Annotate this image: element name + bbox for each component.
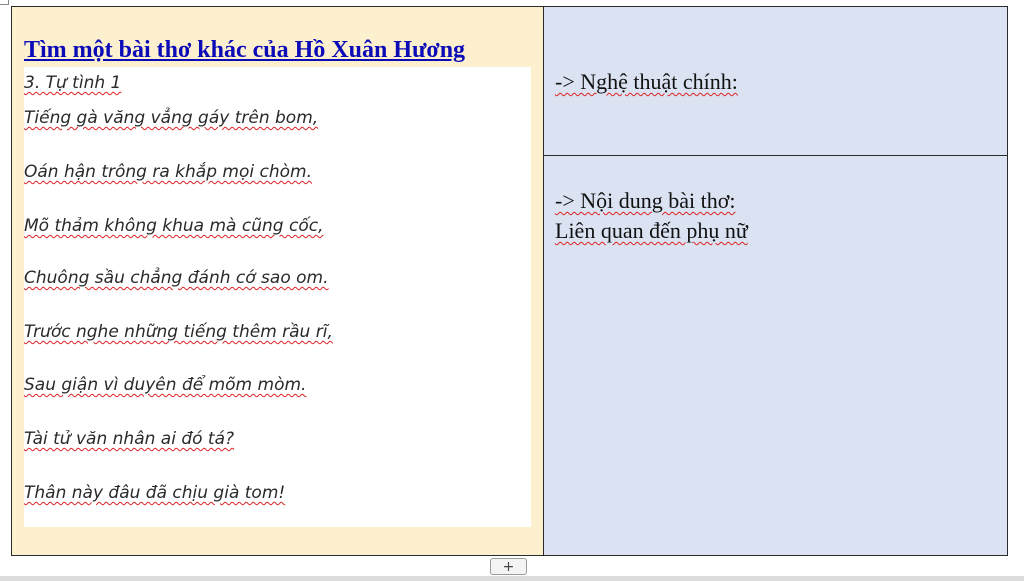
document-table: Tìm một bài thơ khác của Hồ Xuân Hương 3…	[11, 6, 1008, 556]
art-label: -> Nghệ thuật chính:	[555, 69, 738, 95]
poem-title: 3. Tự tình 1	[24, 73, 122, 93]
right-bottom-cell[interactable]: -> Nội dung bài thơ: Liên quan đến phụ n…	[544, 156, 1007, 555]
art-label-text: -> Nghệ thuật chính:	[555, 69, 738, 94]
window-corner-mark	[0, 0, 9, 5]
poem-line: Thân này đâu đã chịu già tom!	[24, 483, 286, 503]
poem-line: Tài tử văn nhân ai đó tá?	[24, 429, 235, 449]
poem-line: Chuông sầu chẳng đánh cớ sao om.	[24, 268, 329, 288]
content-value-text: Liên quan đến phụ nữ	[555, 218, 748, 243]
poem-text-box[interactable]: 3. Tự tình 1 Tiếng gà văng vẳng gáy trên…	[24, 67, 531, 527]
content-label: -> Nội dung bài thơ:	[555, 188, 735, 214]
poem-line: Sau giận vì duyên để mõm mòm.	[24, 375, 307, 395]
poem-line: Tiếng gà văng vẳng gáy trên bom,	[24, 108, 319, 128]
add-row-button[interactable]: +	[490, 558, 527, 575]
poem-line: Mõ thảm không khua mà cũng cốc,	[24, 216, 324, 236]
content-value: Liên quan đến phụ nữ	[555, 218, 748, 244]
poem-line: Trước nghe những tiếng thêm rầu rĩ,	[24, 322, 333, 342]
right-top-cell[interactable]: -> Nghệ thuật chính:	[544, 7, 1007, 156]
left-cell[interactable]: Tìm một bài thơ khác của Hồ Xuân Hương 3…	[12, 7, 544, 555]
bottom-scroll-strip	[0, 576, 1024, 581]
content-label-text: -> Nội dung bài thơ:	[555, 188, 736, 213]
poem-heading: Tìm một bài thơ khác của Hồ Xuân Hương	[24, 37, 466, 63]
poem-line: Oán hận trông ra khắp mọi chòm.	[24, 162, 312, 182]
